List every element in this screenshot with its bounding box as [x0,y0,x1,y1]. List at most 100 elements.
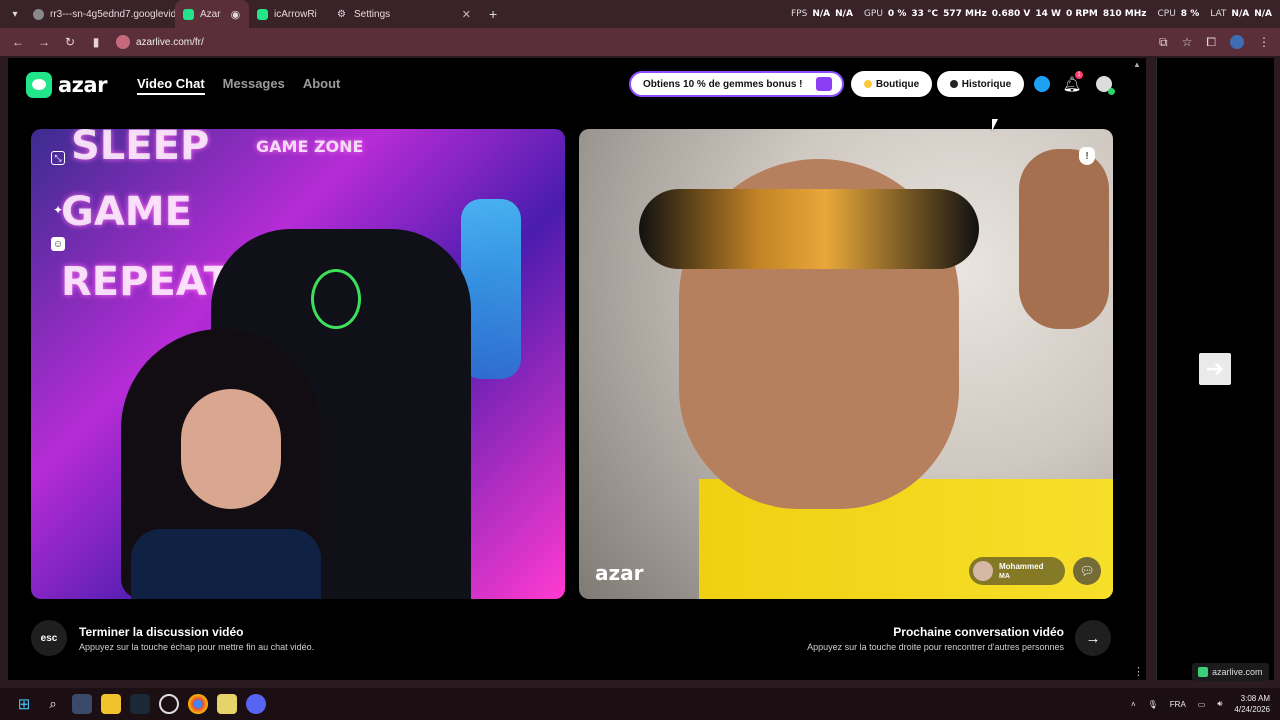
azar-watermark: azar [595,561,644,585]
recording-icon: ◉ [230,8,241,21]
tab-title: Azar [200,8,221,20]
address-bar: ← → ↻ ▮ azarlive.com/fr/ ⧉ ☆ ⧠ ⋮ [0,28,1280,56]
promo-gems-button[interactable]: Obtiens 10 % de gemmes bonus ! [629,71,844,97]
system-clock[interactable]: 3:08 AM 4/24/2026 [1234,693,1270,715]
bookmark-star-icon[interactable]: ☆ [1182,35,1193,49]
peer-country: MA [999,572,1010,580]
fps-value: N/A [812,9,831,19]
side-next-arrow-icon[interactable]: ➔ [1199,353,1231,385]
side-status-text: azarlive.com [1212,667,1263,677]
azar-favicon-icon [183,8,194,20]
language-indicator[interactable]: FRA [1170,700,1186,709]
task-view-icon[interactable] [72,694,92,714]
next-chat-subtitle: Appuyez sur la touche droite pour rencon… [807,642,1064,652]
lat-value: N/A [1231,9,1250,19]
lat-value-2: N/A [1254,9,1272,19]
report-shield-icon[interactable]: ! [1079,147,1095,165]
steam-icon[interactable] [130,694,150,714]
chat-bubble-icon[interactable] [1032,74,1052,94]
nav-about[interactable]: About [303,76,341,95]
main-nav: Video Chat Messages About [137,76,340,95]
windows-start-icon[interactable]: ⊞ [14,694,34,714]
gpu-rpm: 0 RPM [1065,9,1098,19]
volume-icon[interactable]: 🔊︎ [1217,699,1222,709]
historique-label: Historique [961,78,1012,90]
lat-label: LAT [1210,9,1227,19]
notepad-icon[interactable] [217,694,237,714]
message-bubble-icon[interactable]: 💬︎ [1073,557,1101,585]
obs-icon[interactable] [159,694,179,714]
windows-taskbar: ⊞ ⌕ ˄ 🎙︎ FRA ▭ 🔊︎ 3:08 AM 4/24/2026 [0,688,1280,720]
mouse-cursor-icon [992,119,998,131]
clock-time: 3:08 AM [1240,694,1270,703]
performance-overlay: FPS N/A N/A GPU 0 % 33 °C 577 MHz 0.680 … [791,0,1272,28]
extensions-icon[interactable]: ⧠ [1206,35,1216,50]
minimize-video-icon[interactable]: ⤡ [51,151,65,165]
gpu-temp: 33 °C [911,9,939,19]
new-tab-button[interactable]: + [489,6,497,22]
tab-azar[interactable]: Azar ◉ ✕ [175,0,249,28]
azar-logo[interactable]: azar [26,72,107,98]
peer-person [639,149,1113,599]
scroll-up-arrow-icon[interactable]: ▲ [1133,60,1141,69]
magic-wand-icon[interactable]: ✦ [51,203,65,217]
gift-icon [816,77,832,91]
tab-settings[interactable]: ⚙ Settings ✕ [329,0,479,28]
url-text: azarlive.com/fr/ [136,36,204,48]
gpu-load: 0 % [887,9,907,19]
url-field[interactable]: azarlive.com/fr/ [116,35,204,49]
tab-video-source[interactable]: rr3---sn-4g5ednd7.googlevide ✕ [25,0,175,28]
neon-sign-sleep: SLEEP [71,129,210,169]
tab-icarrow[interactable]: icArrowRi [249,0,329,28]
more-options-icon[interactable]: ⋮ [1133,665,1144,678]
side-status-chip: azarlive.com [1192,663,1269,681]
tab-title: icArrowRi [274,8,317,20]
gpu-label: GPU [863,9,883,19]
boutique-button[interactable]: Boutique [851,71,932,97]
gpu-voltage: 0.680 V [991,9,1031,19]
forward-icon[interactable]: → [32,30,56,54]
peer-avatar [973,561,993,581]
site-info-icon[interactable] [116,35,130,49]
end-chat-button[interactable]: esc [31,620,67,656]
sidebar-icon[interactable]: ▮ [84,30,108,54]
peer-info-chip[interactable]: Mohammed MA [969,557,1065,585]
end-chat-title: Terminer la discussion vidéo [79,625,244,639]
menu-kebab-icon[interactable]: ⋮ [1258,35,1270,49]
globe-icon [33,8,44,20]
tab-search-icon[interactable]: ▾ [5,4,25,24]
chrome-icon[interactable] [188,694,208,714]
microphone-icon[interactable]: 🎙︎ [1148,700,1158,709]
self-video: SLEEP GAME REPEAT GAME ZONE ⤡ ✦ ☺ [31,129,565,599]
file-explorer-icon[interactable] [101,694,121,714]
close-tab-icon[interactable]: ✕ [462,8,471,21]
nav-messages[interactable]: Messages [223,76,285,95]
logo-text: azar [58,73,107,97]
toolbar-actions: ⧉ ☆ ⧠ ⋮ [1159,28,1270,56]
gpu-power: 14 W [1035,9,1061,19]
neon-sign-game-zone: GAME ZONE [256,137,364,156]
network-icon[interactable]: ▭ [1198,700,1206,709]
peer-name: Mohammed [999,561,1044,571]
azar-logo-icon [26,72,52,98]
discord-icon[interactable] [246,694,266,714]
nav-video-chat[interactable]: Video Chat [137,76,205,95]
face-filter-icon[interactable]: ☺ [51,237,65,251]
user-profile-icon[interactable] [1094,74,1115,95]
cpu-load: 8 % [1180,9,1200,19]
profile-avatar[interactable] [1230,35,1244,49]
bell-icon[interactable]: 🔔︎ 1 [1062,71,1083,94]
reload-icon[interactable]: ↻ [58,30,82,54]
tray-expand-icon[interactable]: ˄ [1131,700,1136,709]
system-tray: ˄ 🎙︎ FRA ▭ 🔊︎ 3:08 AM 4/24/2026 [1131,688,1270,720]
peer-video: ! azar Mohammed MA 💬︎ [579,129,1113,599]
search-icon[interactable]: ⌕ [43,694,63,714]
tab-title: rr3---sn-4g5ednd7.googlevide [50,8,175,20]
online-indicator [1108,88,1115,95]
historique-button[interactable]: Historique [937,71,1024,97]
gem-icon [863,80,872,88]
install-app-icon[interactable]: ⧉ [1159,35,1168,50]
fps-label: FPS [791,9,808,19]
next-chat-arrow-button[interactable]: → [1075,620,1111,656]
back-icon[interactable]: ← [6,30,30,54]
